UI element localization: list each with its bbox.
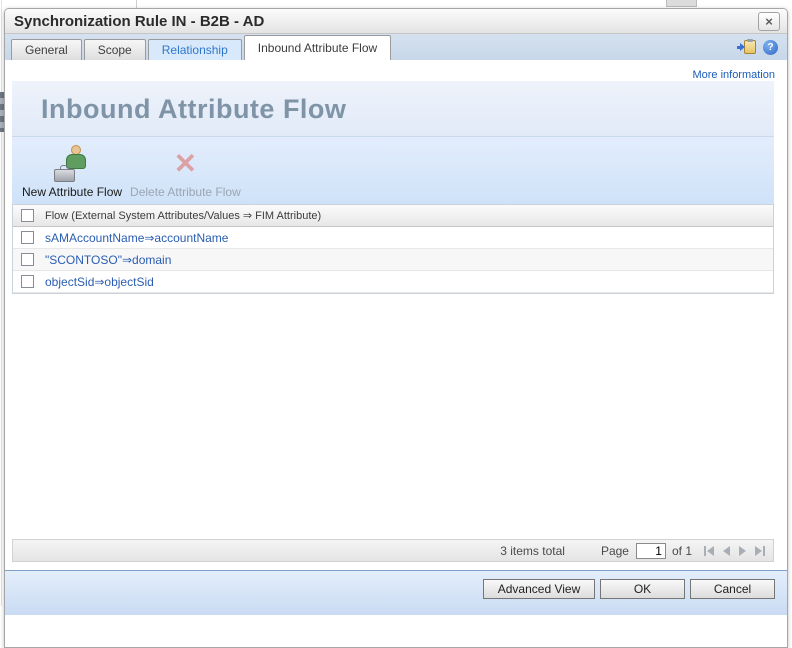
delete-attribute-flow-label: Delete Attribute Flow bbox=[130, 185, 241, 199]
select-all-checkbox[interactable] bbox=[21, 209, 34, 222]
first-page-icon bbox=[704, 545, 706, 556]
dialog-titlebar: Synchronization Rule IN - B2B - AD × bbox=[5, 9, 787, 34]
row-checkbox[interactable] bbox=[21, 253, 34, 266]
previous-page-icon bbox=[723, 545, 730, 556]
ok-button[interactable]: OK bbox=[600, 579, 685, 599]
next-page-button[interactable] bbox=[739, 545, 746, 557]
table-row: "SCONTOSO"⇒domain bbox=[13, 249, 773, 271]
empty-list-area bbox=[12, 294, 774, 539]
help-icon[interactable]: ? bbox=[763, 39, 778, 55]
tab-panel-content: Inbound Attribute Flow New Attribute Flo… bbox=[12, 81, 774, 562]
tab-scope[interactable]: Scope bbox=[83, 39, 146, 60]
advanced-view-button[interactable]: Advanced View bbox=[483, 579, 595, 599]
cancel-button[interactable]: Cancel bbox=[690, 579, 775, 599]
tab-strip-actions: ? bbox=[737, 39, 778, 55]
background-divider-line bbox=[136, 0, 137, 8]
tab-relationship[interactable]: Relationship bbox=[147, 39, 242, 60]
delete-attribute-flow-button[interactable]: ✕ Delete Attribute Flow bbox=[130, 145, 241, 199]
dialog-title: Synchronization Rule IN - B2B - AD bbox=[14, 12, 265, 30]
table-header-row: Flow (External System Attributes/Values … bbox=[13, 205, 773, 227]
last-page-button[interactable] bbox=[755, 545, 765, 557]
pagination-bar: 3 items total Page of 1 bbox=[12, 539, 774, 562]
row-checkbox[interactable] bbox=[21, 275, 34, 288]
flow-link[interactable]: objectSid⇒objectSid bbox=[45, 275, 154, 289]
detach-window-icon[interactable] bbox=[737, 39, 756, 55]
attribute-flow-table: Flow (External System Attributes/Values … bbox=[12, 204, 774, 294]
page-of-label: of 1 bbox=[671, 543, 692, 558]
flow-link[interactable]: sAMAccountName⇒accountName bbox=[45, 231, 228, 245]
tab-strip: General Scope Relationship Inbound Attri… bbox=[5, 34, 787, 60]
delete-x-icon: ✕ bbox=[173, 148, 198, 179]
last-page-icon bbox=[755, 545, 762, 556]
new-attribute-flow-icon bbox=[54, 145, 90, 182]
first-page-button[interactable] bbox=[704, 545, 714, 557]
new-attribute-flow-label: New Attribute Flow bbox=[22, 185, 123, 199]
flow-link[interactable]: "SCONTOSO"⇒domain bbox=[45, 253, 171, 267]
close-icon: × bbox=[765, 14, 773, 29]
page-title: Inbound Attribute Flow bbox=[41, 94, 347, 124]
background-widget bbox=[666, 0, 697, 7]
more-information-link[interactable]: More information bbox=[692, 69, 775, 81]
page-heading-band: Inbound Attribute Flow bbox=[12, 81, 774, 137]
table-row: sAMAccountName⇒accountName bbox=[13, 227, 773, 249]
new-attribute-flow-button[interactable]: New Attribute Flow bbox=[22, 145, 122, 199]
table-row: objectSid⇒objectSid bbox=[13, 271, 773, 293]
row-checkbox[interactable] bbox=[21, 231, 34, 244]
background-border-line bbox=[1, 0, 2, 606]
more-information-row: More information bbox=[5, 60, 787, 81]
dialog-footer: Advanced View OK Cancel bbox=[5, 570, 787, 615]
tab-general[interactable]: General bbox=[11, 39, 82, 60]
previous-page-button[interactable] bbox=[723, 545, 730, 557]
tab-inbound-attribute-flow[interactable]: Inbound Attribute Flow bbox=[243, 35, 392, 60]
page-label: Page bbox=[600, 543, 629, 558]
close-button[interactable]: × bbox=[758, 12, 780, 31]
pagination-nav bbox=[704, 545, 765, 557]
next-page-icon bbox=[739, 545, 746, 556]
attribute-flow-toolbar: New Attribute Flow ✕ Delete Attribute Fl… bbox=[12, 137, 774, 204]
table-header-label: Flow (External System Attributes/Values … bbox=[45, 210, 322, 222]
sync-rule-dialog: Synchronization Rule IN - B2B - AD × Gen… bbox=[4, 8, 788, 648]
page-number-input[interactable] bbox=[635, 542, 666, 559]
items-total-label: 3 items total bbox=[500, 543, 565, 558]
